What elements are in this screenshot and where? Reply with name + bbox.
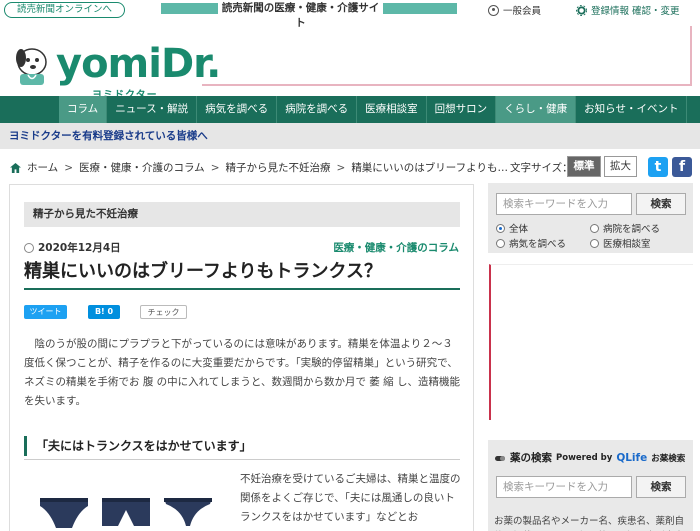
radio-disease[interactable]: 病気を調べる [496, 236, 566, 250]
underwear-illustration [40, 498, 212, 528]
yomiuri-online-link[interactable]: 読売新聞オンラインへ [4, 2, 125, 18]
doctor-dog-logo-icon[interactable] [10, 42, 54, 86]
text-size-standard-button[interactable]: 標準 [567, 156, 601, 177]
nav-salon[interactable]: 回想サロン [427, 96, 497, 123]
nav-news[interactable]: ニュース・解説 [107, 96, 198, 123]
radio-hospital[interactable]: 病院を調べる [590, 221, 660, 235]
text-size-large-button[interactable]: 拡大 [604, 156, 637, 177]
tweet-button[interactable]: ツイート [24, 305, 67, 319]
user-icon [488, 4, 499, 16]
nav-consult[interactable]: 医療相談室 [357, 96, 427, 123]
site-search-panel: 検索キーワードを入力 検索 全体 病院を調べる 病気を調べる 医療相談室 [488, 183, 693, 253]
sidebar-ad[interactable] [489, 264, 693, 420]
article-side-text: 不妊治療を受けているご夫婦は、精巣と温度の関係をよくご存じで、「夫には風通しの良… [240, 473, 461, 523]
radio-selected-icon [496, 223, 505, 233]
drug-search-note: お薬の製品名やメーカー名、疾患名、薬剤自体に記載されている記号等から探す事が出来 [494, 516, 685, 527]
nav-disease[interactable]: 病気を調べる [197, 96, 278, 123]
article: 精子から見た不妊治療 2020年12月4日 医療・健康・介護のコラム 精巣にいい… [9, 184, 474, 531]
registration-link[interactable]: 登録情報 確認・変更 [576, 3, 680, 17]
member-banner-link[interactable]: ヨミドクターを有料登録されている皆様へ [0, 123, 700, 149]
section-heading: 「夫にはトランクスをはかせています」 [24, 436, 460, 456]
site-tagline: 読売新聞の医療・健康・介護サイト [218, 1, 383, 29]
text-size-label: 文字サイズ： [510, 162, 573, 174]
nav-events[interactable]: お知らせ・イベント [576, 96, 688, 123]
radio-label: 病院を調べる [603, 224, 661, 235]
drug-search-panel: 薬の検索 Powered by QLife お薬検索 検索キーワードを入力 検索… [488, 440, 693, 531]
radio-icon [590, 238, 599, 248]
section-divider [24, 459, 460, 460]
member-label: 一般会員 [503, 6, 542, 17]
hatena-button[interactable]: B! 0 [88, 305, 120, 319]
breadcrumb-home[interactable]: ホーム [27, 160, 58, 175]
drug-search-button[interactable]: 検索 [636, 476, 686, 498]
radio-all[interactable]: 全体 [496, 221, 528, 235]
drug-suffix: お薬検索 [651, 453, 686, 464]
site-search-button[interactable]: 検索 [636, 193, 686, 215]
home-icon [10, 162, 21, 173]
date-text: 2020年12月4日 [38, 242, 121, 254]
drug-title-text: 薬の検索 [510, 452, 552, 464]
breadcrumb: ホーム > 医療・健康・介護のコラム > 精子から見た不妊治療 > 精巣にいいの… [10, 160, 508, 175]
article-paragraph: 陰のうが股の間にプラプラと下がっているのには意味があります。精巣を体温より２～３… [24, 338, 460, 407]
reg-label: 登録情報 確認・変更 [591, 6, 680, 17]
site-header: yomiDr. ヨミドクター [0, 22, 700, 101]
powered-by: Powered by [556, 452, 613, 463]
series-title[interactable]: 精子から見た不妊治療 [24, 202, 460, 227]
check-button[interactable]: チェック [140, 305, 187, 319]
facebook-icon[interactable]: f [672, 157, 692, 177]
clock-icon [24, 242, 34, 253]
drug-search-title: 薬の検索 Powered by QLife お薬検索 [494, 450, 685, 465]
article-title: 精巣にいいのはブリーフよりもトランクス？ [24, 258, 460, 290]
twitter-icon[interactable]: t [648, 157, 668, 177]
radio-consult[interactable]: 医療相談室 [590, 236, 651, 250]
nav-life[interactable]: くらし・健康 [496, 96, 577, 123]
qlife-logo: QLife [616, 451, 648, 464]
breadcrumb-column[interactable]: 医療・健康・介護のコラム [79, 160, 205, 175]
header-ad[interactable] [202, 26, 692, 86]
radio-label: 全体 [509, 224, 529, 235]
breadcrumb-sep: > [336, 161, 346, 174]
radio-label: 病気を調べる [509, 239, 567, 250]
pill-icon [495, 455, 505, 461]
article-category[interactable]: 医療・健康・介護のコラム [333, 240, 459, 255]
breadcrumb-current: 精巣にいいのはブリーフよりも… [351, 162, 508, 174]
site-logo[interactable]: yomiDr. [56, 44, 221, 84]
breadcrumb-sep: > [64, 161, 73, 174]
site-search-input[interactable]: 検索キーワードを入力 [496, 193, 632, 215]
radio-icon [590, 223, 599, 233]
gear-icon [576, 4, 587, 16]
member-link[interactable]: 一般会員 [488, 3, 541, 17]
top-strip: 読売新聞オンラインへ 読売新聞の医療・健康・介護サイト 一般会員 登録情報 確認… [0, 0, 700, 29]
radio-icon [496, 238, 505, 248]
nav-column[interactable]: コラム [59, 96, 108, 123]
breadcrumb-series[interactable]: 精子から見た不妊治療 [226, 160, 331, 175]
breadcrumb-sep: > [210, 161, 220, 174]
article-date: 2020年12月4日 [24, 240, 121, 255]
drug-search-input[interactable]: 検索キーワードを入力 [496, 476, 632, 498]
nav-hospital[interactable]: 病院を調べる [277, 96, 358, 123]
radio-label: 医療相談室 [603, 239, 651, 250]
main-nav: コラム ニュース・解説 病気を調べる 病院を調べる 医療相談室 回想サロン くら… [0, 96, 700, 123]
